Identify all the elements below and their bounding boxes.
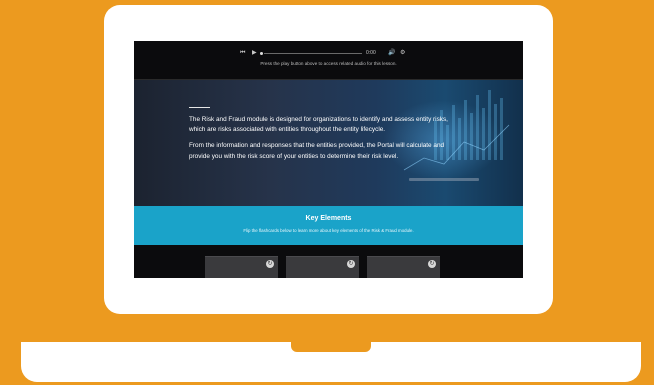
play-icon[interactable]: ▶ xyxy=(252,49,257,57)
hero-accent-rule xyxy=(189,107,210,108)
audio-controls: ⏮ ▶ 0:00 🔊 ⚙ xyxy=(240,49,410,59)
key-elements-title: Key Elements xyxy=(305,215,352,222)
flashcard[interactable]: ↻ xyxy=(367,256,440,278)
progress-track[interactable] xyxy=(264,53,362,54)
hero-banner: The Risk and Fraud module is designed fo… xyxy=(134,80,523,206)
lesson-screen: ⏮ ▶ 0:00 🔊 ⚙ Press the play button above… xyxy=(134,41,523,278)
hero-paragraph-1: The Risk and Fraud module is designed fo… xyxy=(189,116,448,134)
hero-text: The Risk and Fraud module is designed fo… xyxy=(189,115,459,168)
progress-thumb[interactable] xyxy=(260,52,263,55)
flashcards: ↻ ↻ ↻ xyxy=(134,245,523,278)
audio-player: ⏮ ▶ 0:00 🔊 ⚙ Press the play button above… xyxy=(134,41,523,80)
audio-caption: Press the play button above to access re… xyxy=(260,61,397,66)
flashcard[interactable]: ↻ xyxy=(286,256,359,278)
flip-icon[interactable]: ↻ xyxy=(266,260,274,268)
audio-time: 0:00 xyxy=(366,50,376,56)
key-elements-band: Key Elements Flip the flashcards below t… xyxy=(134,206,523,245)
flip-icon[interactable]: ↻ xyxy=(347,260,355,268)
rewind-icon[interactable]: ⏮ xyxy=(240,49,245,57)
laptop-notch xyxy=(291,342,371,352)
flip-icon[interactable]: ↻ xyxy=(428,260,436,268)
flashcard[interactable]: ↻ xyxy=(205,256,278,278)
key-elements-subtitle: Flip the flashcards below to learn more … xyxy=(243,228,414,233)
volume-icon[interactable]: 🔊 xyxy=(388,49,395,57)
settings-icon[interactable]: ⚙ xyxy=(400,49,405,57)
laptop-base xyxy=(21,342,641,382)
hero-paragraph-2: From the information and responses that … xyxy=(189,142,445,160)
